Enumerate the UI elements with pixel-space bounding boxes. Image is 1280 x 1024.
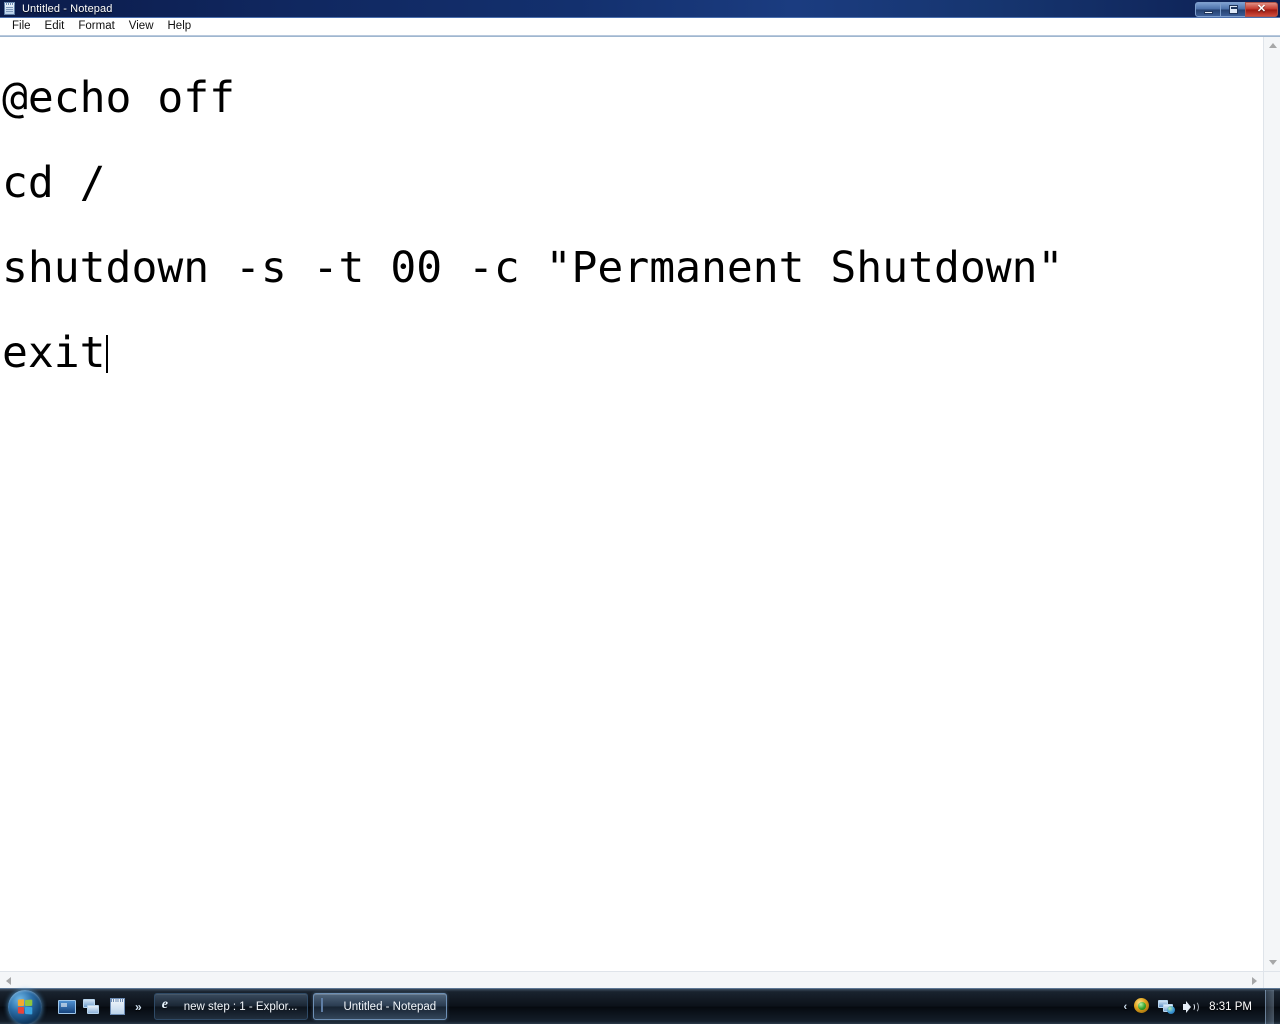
quick-launch-bar: » [57,994,144,1020]
close-button[interactable]: ✕ [1245,1,1278,17]
scrollbar-corner [1263,971,1280,988]
switch-windows-icon[interactable] [82,997,102,1017]
minimize-icon [1203,10,1213,14]
editor-line: @echo off [2,73,235,123]
text-editor[interactable]: @echo off cd / shutdown -s -t 00 -c "Per… [0,37,1263,971]
tray-expand-icon[interactable]: ‹ [1124,1001,1128,1013]
start-button[interactable] [1,989,49,1024]
close-icon: ✕ [1256,2,1267,15]
chevron-left-icon [6,976,11,985]
notepad-icon [321,997,337,1015]
notepad-icon[interactable] [107,997,127,1017]
volume-icon[interactable] [1182,1000,1200,1014]
system-tray: ‹ 8:31 PM [1124,989,1274,1024]
task-button-notepad[interactable]: Untitled - Notepad [313,993,448,1020]
minimize-button[interactable] [1195,1,1221,17]
show-desktop-button[interactable] [1265,989,1274,1024]
task-button-label: Untitled - Notepad [343,1000,437,1013]
scroll-right-button[interactable] [1246,972,1263,988]
window-title: Untitled - Notepad [22,2,113,15]
notepad-icon[interactable] [3,1,17,16]
editor-area: @echo off cd / shutdown -s -t 00 -c "Per… [0,36,1280,988]
task-button-list: new step : 1 - Explor... Untitled - Note… [153,993,1124,1021]
editor-line: shutdown -s -t 00 -c "Permanent Shutdown… [2,243,1064,293]
horizontal-scrollbar[interactable] [0,971,1263,988]
scroll-down-button[interactable] [1264,954,1280,971]
antivirus-shield-icon[interactable] [1134,998,1151,1015]
menu-item-view[interactable]: View [122,19,161,34]
show-desktop-icon[interactable] [57,997,77,1017]
clock[interactable]: 8:31 PM [1209,1001,1252,1013]
editor-line: cd / [2,158,106,208]
menu-bar: File Edit Format View Help [0,18,1280,36]
task-button-label: new step : 1 - Explor... [183,1000,298,1013]
network-icon[interactable] [1158,999,1176,1014]
vertical-scrollbar[interactable] [1263,37,1280,971]
menu-item-file[interactable]: File [5,19,38,34]
chevron-up-icon [1268,43,1277,48]
menu-item-help[interactable]: Help [161,19,199,34]
chevron-right-icon [1252,976,1257,985]
restore-icon [1228,4,1238,14]
scroll-up-button[interactable] [1264,37,1280,54]
window-controls: ✕ [1195,1,1278,17]
notepad-window: Untitled - Notepad ✕ File Edit Format Vi… [0,0,1280,988]
scroll-left-button[interactable] [0,972,17,988]
menu-item-format[interactable]: Format [71,19,121,34]
windows-orb-icon [8,989,42,1024]
chevron-down-icon [1268,960,1277,965]
menu-item-edit[interactable]: Edit [38,19,72,34]
maximize-restore-button[interactable] [1220,1,1246,17]
taskbar: » new step : 1 - Explor... Untitled - No… [0,988,1280,1024]
text-caret [105,335,108,373]
internet-explorer-icon [162,999,178,1015]
title-bar[interactable]: Untitled - Notepad ✕ [0,0,1280,18]
editor-line-text: exit [2,328,106,378]
editor-line-with-caret: exit [2,329,1263,378]
quick-launch-overflow-icon[interactable]: » [135,1001,142,1013]
task-button-explorer[interactable]: new step : 1 - Explor... [153,993,309,1020]
